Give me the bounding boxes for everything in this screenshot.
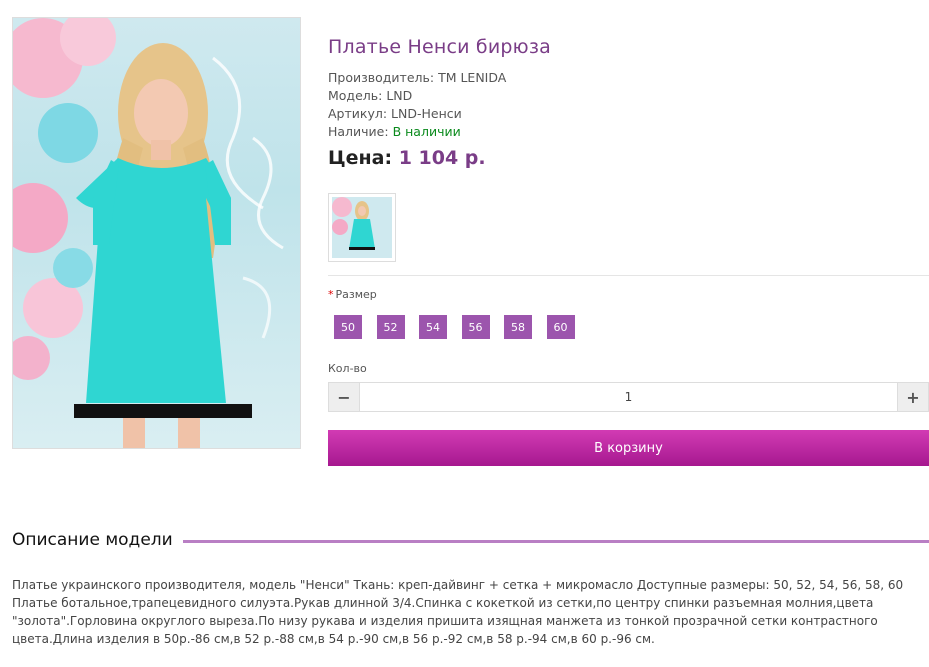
model-label: Модель: xyxy=(328,88,383,103)
product-thumbnail[interactable] xyxy=(328,193,396,262)
price-row: Цена: 1 104 р. xyxy=(328,147,929,169)
availability-row: Наличие: В наличии xyxy=(328,123,929,141)
product-info: Платье Ненси бирюза Производитель: TM LE… xyxy=(328,36,929,169)
sku-label: Артикул: xyxy=(328,106,388,121)
size-option[interactable]: 58 xyxy=(504,315,532,339)
manufacturer-label: Производитель: xyxy=(328,70,435,85)
description-title: Описание модели xyxy=(12,530,173,550)
quantity-input[interactable] xyxy=(360,382,897,412)
sku-row: Артикул: LND-Ненси xyxy=(328,105,929,123)
product-title: Платье Ненси бирюза xyxy=(328,36,551,58)
sku-value: LND-Ненси xyxy=(391,106,462,121)
manufacturer-value[interactable]: TM LENIDA xyxy=(438,70,506,85)
size-option[interactable]: 52 xyxy=(376,315,405,339)
product-main-image[interactable] xyxy=(12,17,301,449)
availability-value: В наличии xyxy=(392,124,461,139)
model-row: Модель: LND xyxy=(328,87,929,105)
model-value: LND xyxy=(386,88,413,103)
size-options: 50 52 54 56 58 60 xyxy=(334,315,589,339)
required-mark: * xyxy=(328,288,334,301)
manufacturer-row: Производитель: TM LENIDA xyxy=(328,69,929,87)
size-label: * Размер xyxy=(328,288,377,301)
quantity-label: Кол-во xyxy=(328,362,367,375)
heading-underline xyxy=(182,540,929,543)
size-option[interactable]: 54 xyxy=(419,315,447,339)
product-meta: Производитель: TM LENIDA Модель: LND Арт… xyxy=(328,69,929,141)
quantity-stepper: − + xyxy=(328,382,929,412)
description-text: Платье украинского производителя, модель… xyxy=(12,578,904,646)
description-heading: Описание модели xyxy=(12,530,929,550)
size-label-text: Размер xyxy=(335,288,377,301)
size-option[interactable]: 50 xyxy=(334,315,362,339)
price-value: 1 104 р. xyxy=(398,147,486,169)
quantity-decrease-button[interactable]: − xyxy=(328,382,360,412)
price-label: Цена: xyxy=(328,147,393,169)
size-option[interactable]: 60 xyxy=(546,315,575,339)
divider xyxy=(328,275,929,276)
add-to-cart-button[interactable]: В корзину xyxy=(328,430,929,466)
size-option[interactable]: 56 xyxy=(461,315,490,339)
quantity-increase-button[interactable]: + xyxy=(897,382,929,412)
availability-label: Наличие: xyxy=(328,124,389,139)
